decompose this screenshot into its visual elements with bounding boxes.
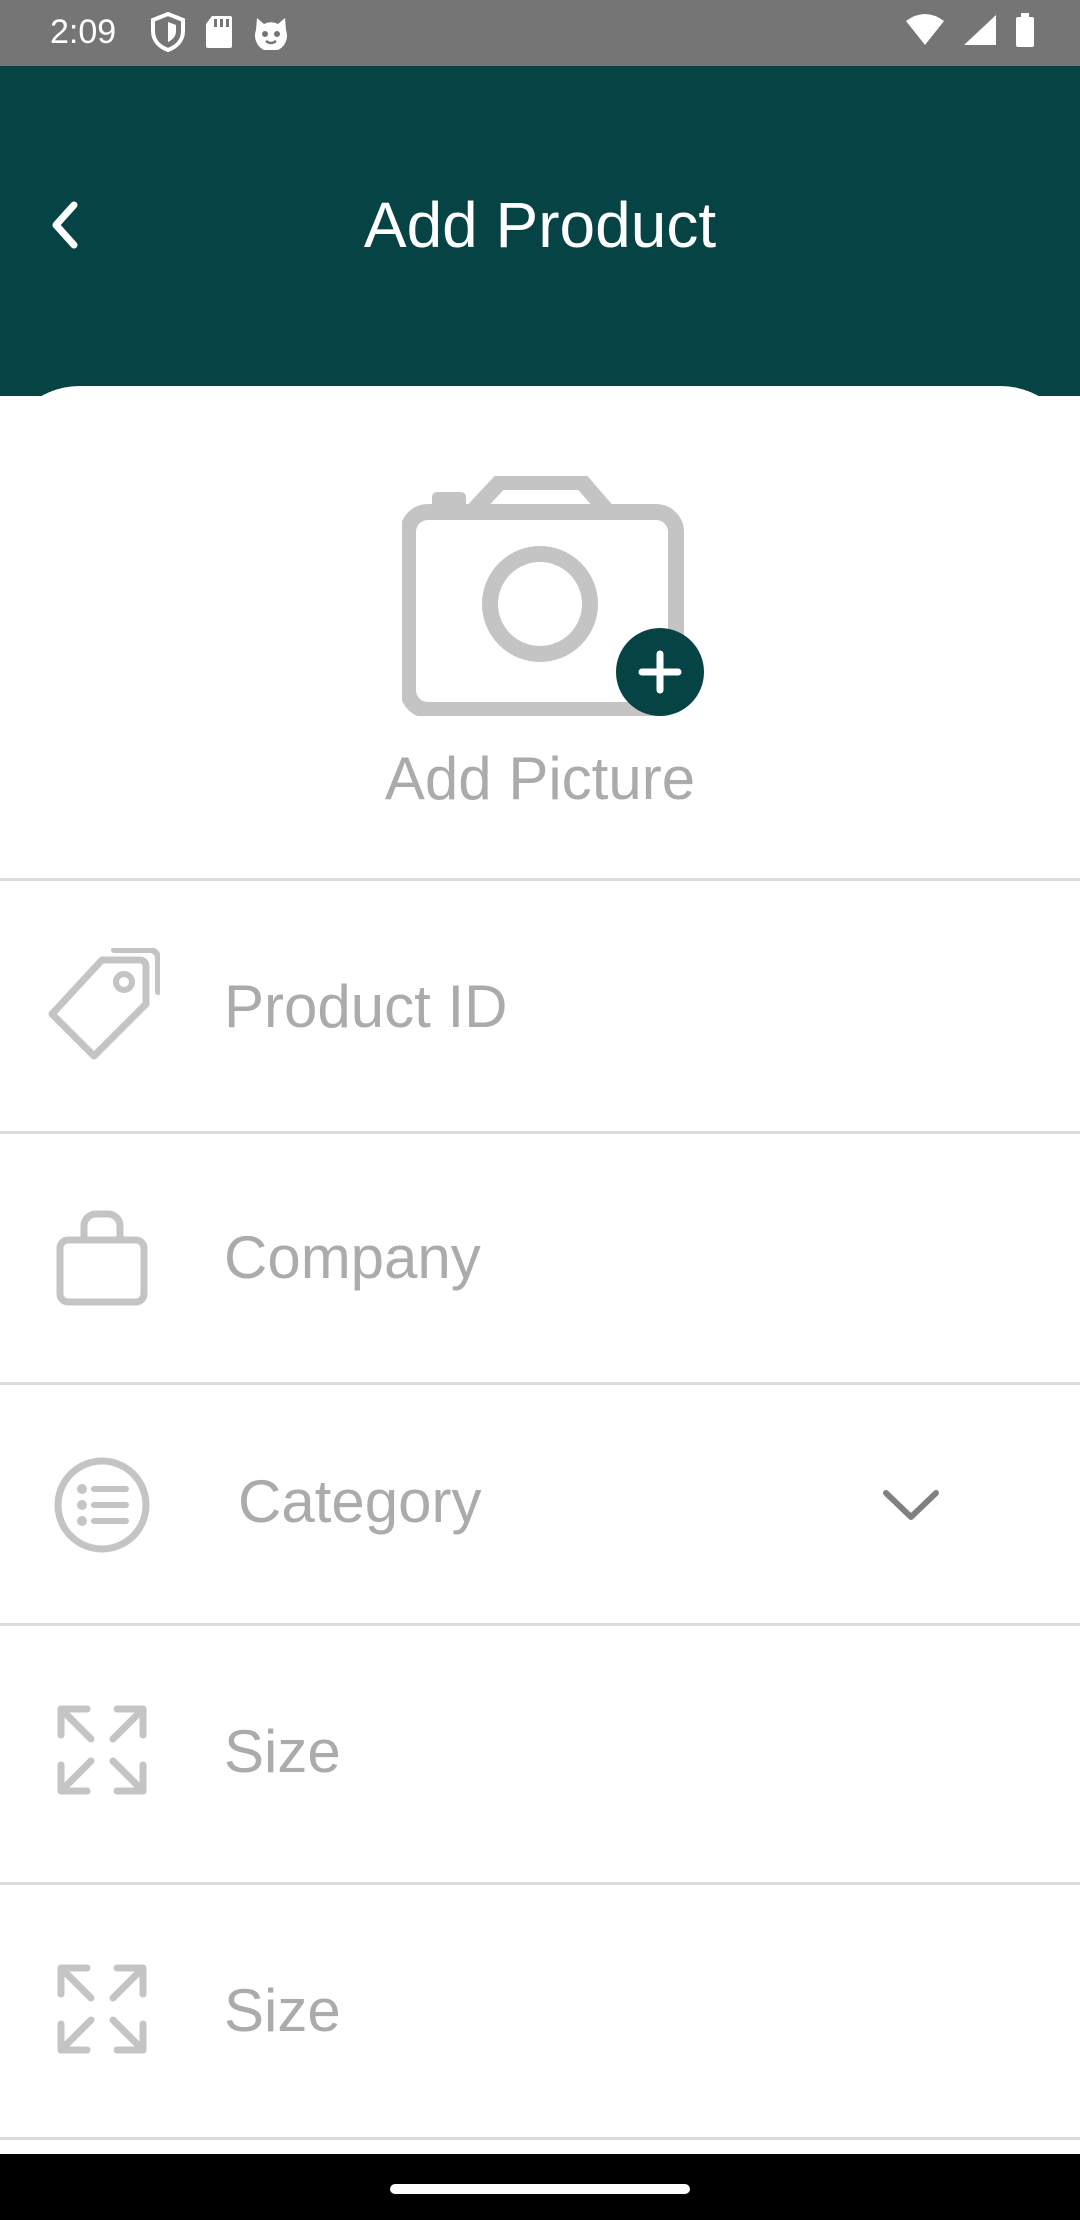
status-bar: 2:09 xyxy=(0,0,1080,66)
briefcase-icon-wrap xyxy=(44,1200,160,1316)
tag-icon xyxy=(48,948,160,1060)
home-indicator[interactable] xyxy=(390,2184,690,2194)
expand-icon-wrap xyxy=(44,1692,160,1808)
company-input[interactable] xyxy=(224,1212,1004,1302)
system-nav-bar xyxy=(0,2154,1080,2220)
status-icons-left xyxy=(150,12,290,52)
add-picture-button[interactable] xyxy=(616,628,704,716)
battery-icon xyxy=(1016,13,1034,47)
expand-icon-wrap xyxy=(44,1951,160,2067)
list-icon xyxy=(54,1457,150,1553)
plus-icon xyxy=(638,650,682,694)
cellular-signal-icon xyxy=(964,15,996,45)
category-label: Category xyxy=(238,1468,482,1535)
sd-card-icon xyxy=(206,16,232,48)
expand-icon xyxy=(57,1705,147,1795)
size-row-1[interactable] xyxy=(0,1626,1080,1882)
page-title: Add Product xyxy=(363,189,717,261)
chevron-down-icon xyxy=(883,1490,939,1520)
status-icons-right xyxy=(904,12,1036,48)
product-id-input[interactable] xyxy=(224,961,1004,1051)
size-input-2[interactable] xyxy=(224,1965,1004,2055)
product-id-row[interactable] xyxy=(0,881,1080,1131)
briefcase-icon xyxy=(56,1210,148,1306)
status-time: 2:09 xyxy=(50,13,117,51)
category-dropdown[interactable]: Category xyxy=(0,1385,1080,1623)
expand-icon xyxy=(57,1964,147,2054)
tag-icon-wrap xyxy=(44,948,160,1064)
size-input-1[interactable] xyxy=(224,1706,1004,1796)
company-row[interactable] xyxy=(0,1134,1080,1382)
shield-icon xyxy=(151,12,185,52)
cat-face-icon xyxy=(255,18,287,50)
size-row-2[interactable] xyxy=(0,1885,1080,2137)
wifi-icon xyxy=(906,14,944,45)
list-icon-wrap xyxy=(44,1447,160,1563)
add-picture-label: Add Picture xyxy=(384,745,696,812)
divider xyxy=(0,2137,1080,2140)
add-picture-section: Add Picture xyxy=(0,386,1080,880)
